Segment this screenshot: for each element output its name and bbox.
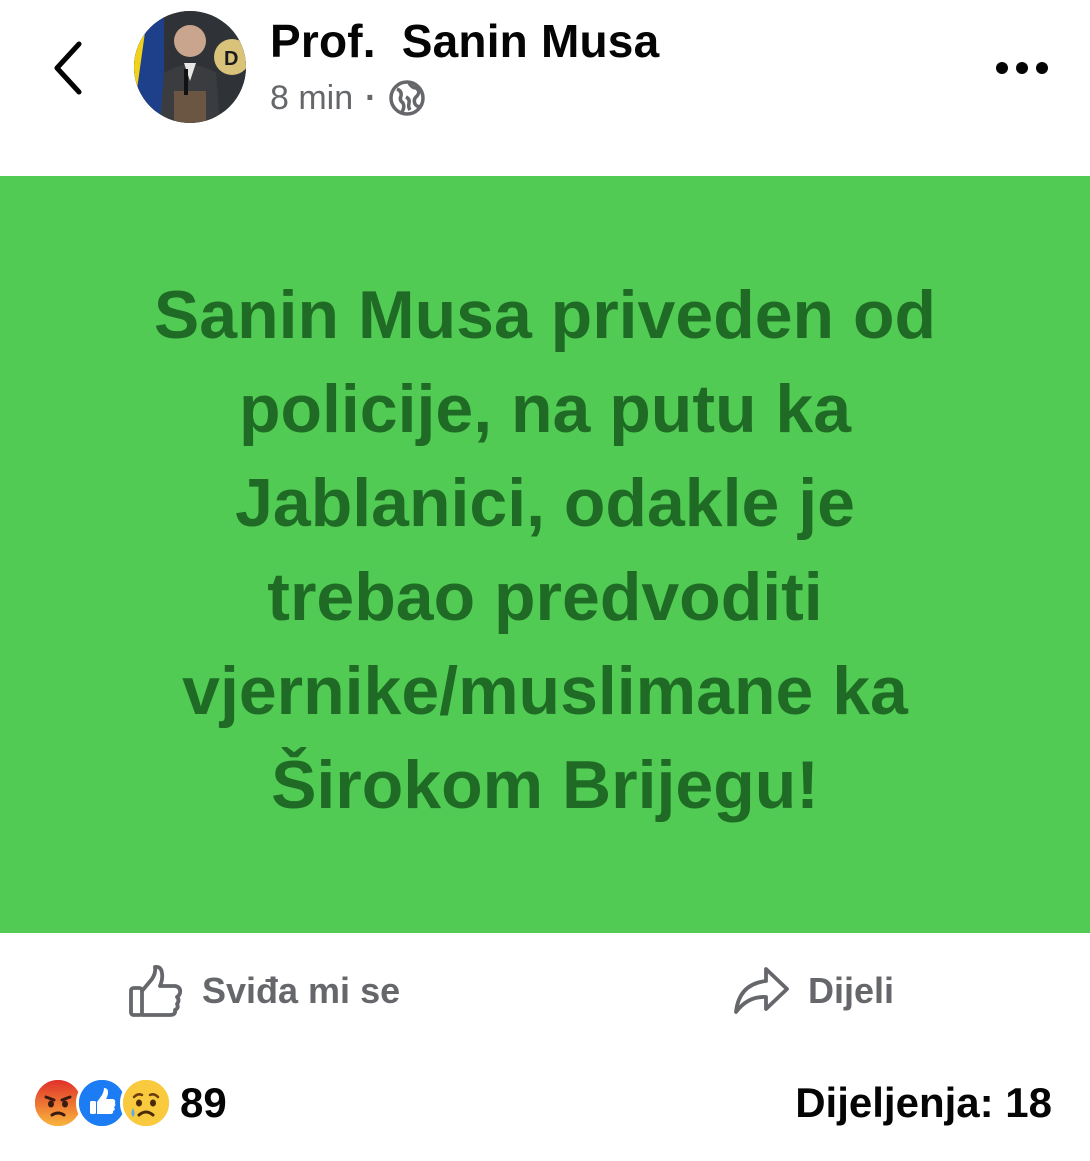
post-text-line: Jablanici, odakle je bbox=[235, 464, 855, 541]
post-text-background: Sanin Musa priveden od policije, na putu… bbox=[0, 176, 1090, 933]
avatar[interactable]: D bbox=[134, 11, 246, 123]
share-arrow-icon bbox=[734, 967, 789, 1014]
post-footer: 89 Dijeljenja: 18 bbox=[0, 1051, 1090, 1161]
reactions-summary[interactable]: 89 bbox=[32, 1077, 227, 1129]
meta-separator: · bbox=[365, 78, 377, 117]
back-button[interactable] bbox=[40, 36, 96, 100]
globe-icon[interactable] bbox=[388, 79, 426, 117]
post-text-line: Širokom Brijegu! bbox=[271, 746, 819, 823]
shares-count[interactable]: Dijeljenja: 18 bbox=[795, 1077, 1052, 1129]
thumbs-up-icon bbox=[129, 964, 183, 1017]
post-text: Sanin Musa priveden od policije, na putu… bbox=[75, 268, 1015, 832]
like-button[interactable]: Sviđa mi se bbox=[128, 961, 400, 1021]
more-options-button[interactable] bbox=[990, 46, 1054, 90]
post-header: D Prof. Sanin Musa 8 min · bbox=[0, 0, 1090, 176]
post-text-line: policije, na putu ka bbox=[238, 370, 852, 447]
post-meta: 8 min · bbox=[270, 76, 426, 120]
author-name[interactable]: Prof. Sanin Musa bbox=[270, 14, 659, 68]
post-text-line: Sanin Musa priveden od bbox=[153, 276, 937, 353]
share-button[interactable]: Dijeli bbox=[732, 961, 894, 1021]
sad-reaction-icon bbox=[120, 1077, 172, 1129]
reaction-count: 89 bbox=[180, 1079, 227, 1126]
post-text-line: trebao predvoditi bbox=[267, 558, 823, 635]
svg-text:D: D bbox=[224, 48, 238, 70]
post-text-line: vjernike/muslimane ka bbox=[182, 652, 908, 729]
post-actions: Sviđa mi se Dijeli bbox=[0, 933, 1090, 1051]
share-label: Dijeli bbox=[808, 970, 895, 1011]
post-time[interactable]: 8 min bbox=[270, 79, 353, 118]
chevron-left-icon bbox=[54, 41, 82, 95]
more-horizontal-icon bbox=[996, 62, 1048, 74]
like-label: Sviđa mi se bbox=[202, 970, 401, 1011]
